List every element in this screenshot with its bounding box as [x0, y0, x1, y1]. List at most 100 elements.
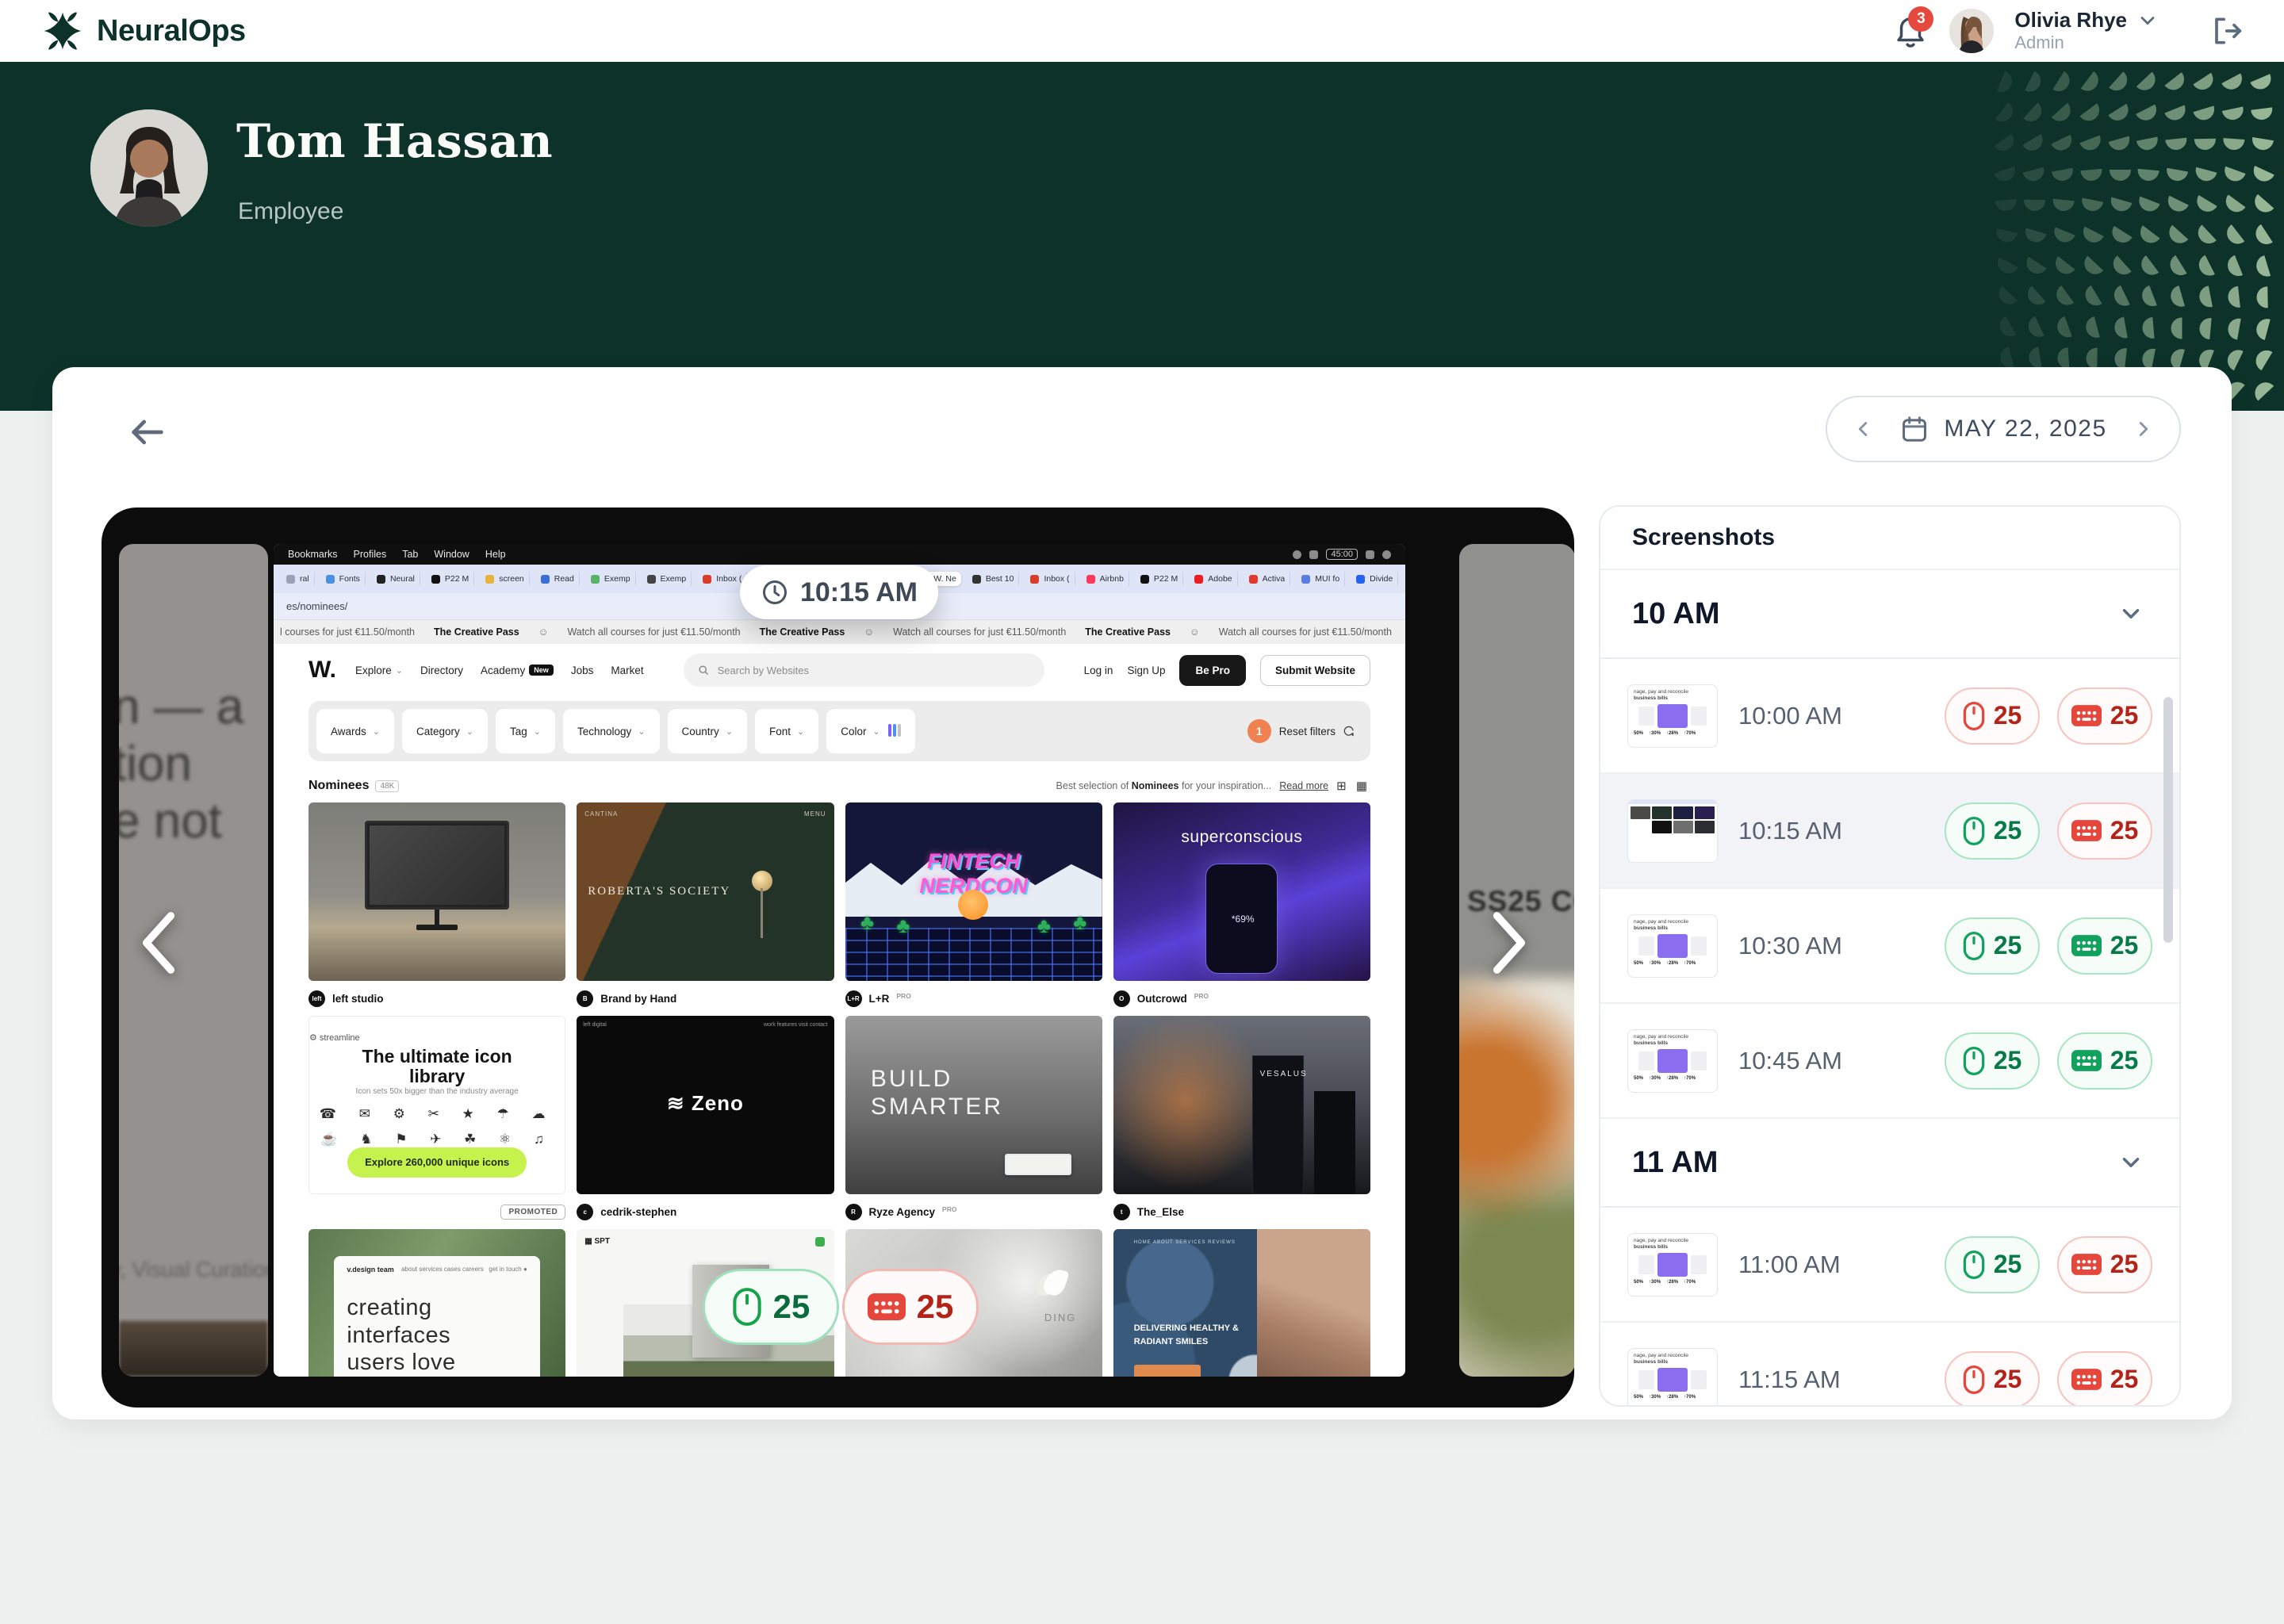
- notifications-button[interactable]: 3: [1892, 13, 1929, 49]
- leaf-shape: [2052, 199, 2074, 213]
- leaf-shape: [2164, 196, 2188, 215]
- carousel-prev-button[interactable]: [140, 910, 178, 975]
- gallery-caption: PROMOTED: [308, 1205, 565, 1220]
- gallery-captions-row2: PROMOTEDccedrik-stephenRRyze AgencyPROtT…: [274, 1194, 1405, 1229]
- leaf-shape: [2194, 105, 2217, 122]
- thumb-text: business bills: [1634, 1359, 1711, 1365]
- leaf-shape: [2109, 72, 2131, 95]
- leaf-shape: [2052, 168, 2075, 182]
- bookmark-favicon: [1249, 575, 1258, 584]
- thumb-stats: 50%↑30%↑28%↑70%: [1634, 1076, 1711, 1082]
- bookmark-item: ral: [282, 572, 315, 586]
- leaf-shape: [2108, 197, 2132, 214]
- thumb-text: business bills: [1634, 695, 1711, 702]
- hour-section-header[interactable]: 11 AM: [1600, 1119, 2179, 1208]
- date-picker[interactable]: MAY 22, 2025: [1826, 396, 2181, 462]
- gallery-card-left-studio: [308, 802, 565, 981]
- bookmark-favicon: [1086, 575, 1095, 584]
- leaf-shape: [1995, 102, 2018, 126]
- bookmark-favicon: [1356, 575, 1365, 584]
- bookmark-label: Exemp: [604, 574, 630, 584]
- keyboard-activity-badge: 25: [842, 1269, 979, 1345]
- thumb-fintech: nage, pay and reconcilebusiness bills50%…: [1628, 915, 1717, 977]
- thumb-text: nage, pay and reconcile: [1634, 1034, 1711, 1040]
- leaf-shape: [2222, 224, 2244, 248]
- menubar-item: Bookmarks: [288, 549, 338, 560]
- activity-badges: 2525: [1945, 1236, 2152, 1293]
- thumb-text: nage, pay and reconcile: [1634, 1353, 1711, 1359]
- caption-avatar: c: [577, 1204, 593, 1220]
- screenshots-title: Screenshots: [1632, 524, 1775, 551]
- bookmark-label: P22 M: [1154, 574, 1178, 584]
- bookmark-label: MUI fo: [1315, 574, 1339, 584]
- bookmark-favicon: [647, 575, 656, 584]
- employee-banner: Tom Hassan Employee: [0, 62, 2284, 411]
- menubar-item: Tab: [402, 549, 418, 560]
- bookmark-item: Exemp: [586, 572, 636, 586]
- bookmark-item: MUI fo: [1297, 572, 1345, 586]
- logout-button[interactable]: [2208, 13, 2243, 48]
- caption-avatar: t: [1113, 1204, 1130, 1220]
- caret-icon: ⌄: [466, 726, 473, 737]
- leaf-shape: [2137, 255, 2159, 279]
- screenshot-row[interactable]: nage, pay and reconcilebusiness bills50%…: [1600, 1323, 2179, 1407]
- leaf-shape: [2222, 138, 2244, 151]
- promo-banner: l courses for just €11.50/monthThe Creat…: [274, 620, 1405, 644]
- brand: NeuralOps: [41, 10, 246, 52]
- user-menu[interactable]: Olivia Rhye Admin: [2014, 8, 2159, 54]
- keyboard-count-badge: 25: [2057, 688, 2152, 745]
- leaf-shape: [2198, 285, 2213, 308]
- bookmark-item: Airbnb: [1082, 572, 1129, 586]
- screenshot-row[interactable]: 10:15 AM2525: [1600, 774, 2179, 889]
- hour-section-label: 11 AM: [1632, 1146, 1718, 1180]
- calendar-icon: [1899, 414, 1930, 444]
- leaf-shape: [2226, 316, 2240, 339]
- leaf-shape: [2221, 195, 2245, 216]
- leaf-shape: [2086, 348, 2097, 370]
- leaf-shape: [1996, 316, 2017, 339]
- site-nav: W. Explore⌄DirectoryAcademyNewJobsMarket…: [274, 644, 1405, 696]
- previous-screenshot-text: n — atione not: [119, 679, 243, 850]
- screenshot-row[interactable]: nage, pay and reconcilebusiness bills50%…: [1600, 1004, 2179, 1119]
- screenshot-row[interactable]: nage, pay and reconcilebusiness bills50%…: [1600, 1208, 2179, 1323]
- promo-text: Watch all courses for just €11.50/month: [893, 626, 1066, 638]
- site-nav-item: AcademyNew: [481, 665, 554, 676]
- leaf-shape: [2254, 316, 2271, 340]
- filter-label: Font: [769, 726, 791, 737]
- panel-scrollbar[interactable]: [2163, 697, 2173, 943]
- screenshot-row[interactable]: nage, pay and reconcilebusiness bills50%…: [1600, 659, 2179, 774]
- leaf-shape: [2136, 197, 2160, 215]
- activity-badges: 25 25: [1945, 688, 2152, 745]
- hour-section-header[interactable]: 10 AM: [1600, 570, 2179, 659]
- promo-text: ☺: [864, 626, 874, 638]
- leaf-shape: [2108, 136, 2132, 153]
- gallery-caption: tThe_Else: [1113, 1204, 1370, 1220]
- bookmark-item: Inbox (: [1025, 572, 1075, 586]
- neuralops-logo-icon: [41, 10, 84, 52]
- date-next-button[interactable]: [2132, 417, 2156, 441]
- bookmark-item: Activa: [1244, 572, 1291, 586]
- pro-tag: PRO: [942, 1205, 956, 1213]
- bookmark-item: Exemp: [642, 572, 692, 586]
- date-prev-button[interactable]: [1851, 417, 1875, 441]
- back-button[interactable]: [125, 410, 170, 454]
- leaf-shape: [2136, 72, 2159, 95]
- screenshot-row[interactable]: nage, pay and reconcilebusiness bills50%…: [1600, 889, 2179, 1004]
- activity-badges: 2525: [1945, 917, 2152, 975]
- leaf-shape: [2051, 135, 2075, 154]
- screenshot-thumbnail: nage, pay and reconcilebusiness bills50%…: [1627, 1348, 1718, 1408]
- leaf-shape: [2224, 347, 2243, 370]
- user-avatar[interactable]: [1949, 9, 1994, 53]
- mouse-count-badge: 25: [1945, 688, 2040, 745]
- pro-tag: PRO: [896, 992, 910, 1000]
- mouse-count-badge: 25: [1945, 917, 2040, 975]
- screenshot-thumbnail: nage, pay and reconcilebusiness bills50%…: [1627, 684, 1718, 748]
- screenshot-time: 10:30 AM: [1738, 932, 1894, 960]
- screenshot-time: 10:45 AM: [1738, 1047, 1894, 1075]
- leaf-shape: [2140, 285, 2158, 309]
- leaf-shape: [1995, 257, 2018, 277]
- carousel-next-button[interactable]: [1490, 910, 1528, 975]
- thumb-blocks: [1634, 704, 1711, 728]
- mouse-activity-badge: 25: [703, 1269, 839, 1345]
- activity-badges: 2525: [1945, 1032, 2152, 1090]
